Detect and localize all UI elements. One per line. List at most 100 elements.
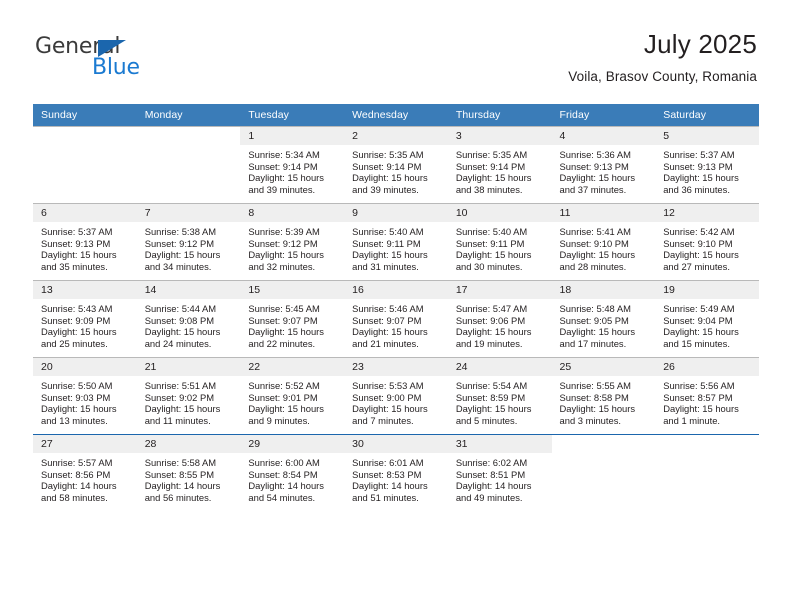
daylight-text-line1: Daylight: 14 hours <box>144 480 221 492</box>
day-number: 21 <box>136 358 241 376</box>
daylight-text-line1: Daylight: 15 hours <box>352 249 428 261</box>
calendar-day-cell[interactable]: 29 Sunrise: 6:00 AM Sunset: 8:54 PM Dayligh… <box>240 434 345 511</box>
daylight-text-line1: Daylight: 15 hours <box>559 403 636 415</box>
daylight-text-line1: Daylight: 15 hours <box>144 326 221 338</box>
daylight-text-line1: Daylight: 15 hours <box>352 326 428 338</box>
sunset-text: Sunset: 9:04 PM <box>663 314 733 326</box>
calendar-day-cell[interactable]: 8 Sunrise: 5:39 AM Sunset: 9:12 PM Daylight… <box>240 203 345 281</box>
logo-text-blue: Blue <box>92 55 140 80</box>
sunrise-text: Sunrise: 5:39 AM <box>248 226 320 237</box>
calendar-day-cell[interactable]: 19 Sunrise: 5:49 AM Sunset: 9:04 PM Dayligh… <box>655 280 759 358</box>
sunrise-text: Sunrise: 5:42 AM <box>663 226 735 237</box>
calendar-day-cell[interactable]: 6 Sunrise: 5:37 AM Sunset: 9:13 PM Daylight… <box>33 203 137 281</box>
calendar-day-cell[interactable]: 23 Sunrise: 5:53 AM Sunset: 9:00 PM Dayligh… <box>344 357 448 435</box>
sunrise-text: Sunrise: 5:53 AM <box>352 380 424 391</box>
calendar-day-cell[interactable]: 21 Sunrise: 5:51 AM Sunset: 9:02 PM Dayligh… <box>136 357 241 435</box>
daylight-text-line2: and 22 minutes. <box>248 337 316 349</box>
daylight-text-line1: Daylight: 15 hours <box>663 172 739 184</box>
sunset-text: Sunset: 9:03 PM <box>41 391 111 403</box>
sunrise-text: Sunrise: 5:47 AM <box>455 303 528 314</box>
calendar-day-cell[interactable]: 26 Sunrise: 5:56 AM Sunset: 8:57 PM Dayligh… <box>655 357 759 435</box>
day-number: 22 <box>240 358 345 376</box>
sunset-text: Sunset: 8:59 PM <box>455 391 526 403</box>
day-number: 14 <box>136 281 241 299</box>
calendar-grid: Sunday Monday Tuesday Wednesday Thursday… <box>33 104 759 511</box>
general-blue-logo[interactable]: General Blue <box>35 36 225 88</box>
sunset-text: Sunset: 9:02 PM <box>144 391 215 403</box>
daylight-text-line1: Daylight: 15 hours <box>559 172 636 184</box>
calendar-week-row: 13 Sunrise: 5:43 AM Sunset: 9:09 PM Dayligh… <box>33 280 759 358</box>
day-details: Sunrise: 5:45 AM Sunset: 9:07 PM Daylight:… <box>240 299 344 349</box>
day-number: 3 <box>447 127 552 145</box>
sunset-text: Sunset: 8:57 PM <box>663 391 733 403</box>
calendar-day-cell[interactable]: 5 Sunrise: 5:37 AM Sunset: 9:13 PM Daylight… <box>655 126 759 204</box>
calendar-day-cell[interactable]: 1 Sunrise: 5:34 AM Sunset: 9:14 PM Daylight… <box>240 126 345 204</box>
day-number: 17 <box>447 281 552 299</box>
daylight-text-line1: Daylight: 15 hours <box>455 249 532 261</box>
calendar-week-row: 1 Sunrise: 5:34 AM Sunset: 9:14 PM Daylight… <box>33 126 759 204</box>
sunset-text: Sunset: 9:12 PM <box>144 237 215 249</box>
calendar-day-cell[interactable]: 16 Sunrise: 5:46 AM Sunset: 9:07 PM Dayligh… <box>344 280 448 358</box>
calendar-day-cell[interactable]: 27 Sunrise: 5:57 AM Sunset: 8:56 PM Dayligh… <box>33 434 137 511</box>
calendar-day-cell[interactable]: 15 Sunrise: 5:45 AM Sunset: 9:07 PM Dayligh… <box>240 280 345 358</box>
day-details: Sunrise: 5:34 AM Sunset: 9:14 PM Daylight:… <box>240 145 344 195</box>
sunrise-text: Sunrise: 6:01 AM <box>352 457 424 468</box>
calendar-day-cell[interactable]: 30 Sunrise: 6:01 AM Sunset: 8:53 PM Dayligh… <box>344 434 448 511</box>
title-block: July 2025 Voila, Brasov County, Romania <box>568 29 757 84</box>
day-details: Sunrise: 6:01 AM Sunset: 8:53 PM Daylight:… <box>344 453 448 503</box>
daylight-text-line2: and 54 minutes. <box>248 491 316 503</box>
calendar-day-cell[interactable]: 13 Sunrise: 5:43 AM Sunset: 9:09 PM Dayligh… <box>33 280 137 358</box>
weekday-header-saturday: Saturday <box>655 104 759 127</box>
calendar-day-cell[interactable]: 4 Sunrise: 5:36 AM Sunset: 9:13 PM Daylight… <box>551 126 656 204</box>
daylight-text-line1: Daylight: 15 hours <box>455 403 532 415</box>
calendar-day-cell[interactable]: 20 Sunrise: 5:50 AM Sunset: 9:03 PM Dayligh… <box>33 357 137 435</box>
day-number: 12 <box>655 204 759 222</box>
calendar-day-cell[interactable]: 28 Sunrise: 5:58 AM Sunset: 8:55 PM Dayligh… <box>136 434 241 511</box>
sunset-text: Sunset: 9:08 PM <box>144 314 215 326</box>
calendar-day-cell[interactable]: 9 Sunrise: 5:40 AM Sunset: 9:11 PM Daylight… <box>344 203 448 281</box>
calendar-day-cell[interactable]: 12 Sunrise: 5:42 AM Sunset: 9:10 PM Dayligh… <box>655 203 759 281</box>
calendar-day-cell[interactable]: 11 Sunrise: 5:41 AM Sunset: 9:10 PM Dayligh… <box>551 203 656 281</box>
daylight-text-line1: Daylight: 15 hours <box>144 403 221 415</box>
sunrise-text: Sunrise: 5:56 AM <box>663 380 735 391</box>
daylight-text-line1: Daylight: 15 hours <box>559 249 636 261</box>
sunrise-text: Sunrise: 5:35 AM <box>352 149 424 160</box>
sunrise-text: Sunrise: 6:00 AM <box>248 457 320 468</box>
location-subtitle: Voila, Brasov County, Romania <box>568 68 757 84</box>
day-details: Sunrise: 5:58 AM Sunset: 8:55 PM Daylight:… <box>137 453 241 503</box>
calendar-day-cell[interactable]: 25 Sunrise: 5:55 AM Sunset: 8:58 PM Dayligh… <box>551 357 656 435</box>
daylight-text-line1: Daylight: 15 hours <box>144 249 221 261</box>
day-number: 20 <box>33 358 137 376</box>
sunrise-text: Sunrise: 5:46 AM <box>352 303 424 314</box>
day-number <box>136 127 241 145</box>
daylight-text-line2: and 9 minutes. <box>248 414 310 426</box>
sunrise-text: Sunrise: 5:55 AM <box>559 380 631 391</box>
calendar-day-cell[interactable]: 2 Sunrise: 5:35 AM Sunset: 9:14 PM Daylight… <box>344 126 448 204</box>
calendar-day-cell[interactable]: 18 Sunrise: 5:48 AM Sunset: 9:05 PM Dayligh… <box>551 280 656 358</box>
daylight-text-line1: Daylight: 14 hours <box>352 480 428 492</box>
daylight-text-line1: Daylight: 14 hours <box>455 480 532 492</box>
daylight-text-line2: and 58 minutes. <box>41 491 108 503</box>
weekday-header-monday: Monday <box>136 104 241 127</box>
day-details: Sunrise: 5:37 AM Sunset: 9:13 PM Daylight:… <box>655 145 759 195</box>
calendar-day-cell[interactable]: 3 Sunrise: 5:35 AM Sunset: 9:14 PM Daylight… <box>447 126 552 204</box>
daylight-text-line1: Daylight: 15 hours <box>41 249 117 261</box>
day-details: Sunrise: 5:42 AM Sunset: 9:10 PM Daylight:… <box>655 222 759 272</box>
daylight-text-line2: and 39 minutes. <box>352 183 419 195</box>
calendar-day-cell[interactable]: 22 Sunrise: 5:52 AM Sunset: 9:01 PM Dayligh… <box>240 357 345 435</box>
daylight-text-line2: and 37 minutes. <box>559 183 627 195</box>
day-details: Sunrise: 6:02 AM Sunset: 8:51 PM Daylight:… <box>448 453 552 503</box>
day-number: 31 <box>447 435 552 453</box>
calendar-cell-empty <box>136 126 241 204</box>
daylight-text-line1: Daylight: 15 hours <box>559 326 636 338</box>
calendar-day-cell[interactable]: 17 Sunrise: 5:47 AM Sunset: 9:06 PM Dayligh… <box>447 280 552 358</box>
day-details: Sunrise: 5:35 AM Sunset: 9:14 PM Daylight:… <box>448 145 552 195</box>
calendar-day-cell[interactable]: 7 Sunrise: 5:38 AM Sunset: 9:12 PM Daylight… <box>136 203 241 281</box>
calendar-day-cell[interactable]: 10 Sunrise: 5:40 AM Sunset: 9:11 PM Dayligh… <box>447 203 552 281</box>
calendar-day-cell[interactable]: 31 Sunrise: 6:02 AM Sunset: 8:51 PM Dayligh… <box>447 434 552 511</box>
daylight-text-line1: Daylight: 15 hours <box>455 172 532 184</box>
calendar-day-cell[interactable]: 14 Sunrise: 5:44 AM Sunset: 9:08 PM Dayligh… <box>136 280 241 358</box>
day-number: 23 <box>344 358 448 376</box>
weekday-header-friday: Friday <box>551 104 656 127</box>
calendar-day-cell[interactable]: 24 Sunrise: 5:54 AM Sunset: 8:59 PM Dayligh… <box>447 357 552 435</box>
